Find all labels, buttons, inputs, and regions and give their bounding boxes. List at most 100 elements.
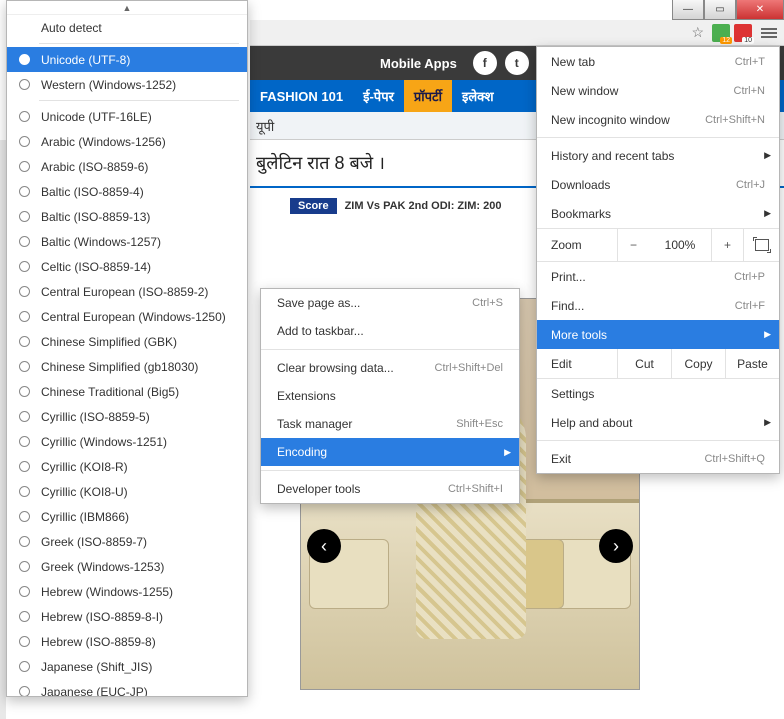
menu-exit[interactable]: ExitCtrl+Shift+Q — [537, 444, 779, 473]
zoom-out-button[interactable]: − — [617, 229, 649, 261]
nav-property[interactable]: प्रॉपर्टी — [404, 80, 452, 112]
menu-encoding[interactable]: Encoding▶ — [261, 438, 519, 466]
menu-incognito[interactable]: New incognito windowCtrl+Shift+N — [537, 105, 779, 134]
encoding-option-label: Unicode (UTF-16LE) — [41, 110, 152, 124]
encoding-option-label: Central European (ISO-8859-2) — [41, 285, 208, 299]
encoding-option[interactable]: Greek (Windows-1253) — [7, 554, 247, 579]
encoding-option[interactable]: Chinese Traditional (Big5) — [7, 379, 247, 404]
fullscreen-button[interactable] — [743, 229, 779, 261]
chevron-right-icon: ▶ — [764, 329, 771, 340]
encoding-option[interactable]: Cyrillic (KOI8-U) — [7, 479, 247, 504]
menu-save-page[interactable]: Save page as...Ctrl+S — [261, 289, 519, 317]
extension-icon-2[interactable]: 10 — [734, 24, 752, 42]
copy-button[interactable]: Copy — [671, 349, 725, 378]
paste-button[interactable]: Paste — [725, 349, 779, 378]
encoding-option-label: Greek (ISO-8859-7) — [41, 535, 147, 549]
headline-text: बुलेटिन रात 8 बजे । — [256, 151, 385, 175]
encoding-option-label: Celtic (ISO-8859-14) — [41, 260, 151, 274]
radio-icon — [19, 561, 30, 572]
nav-fashion[interactable]: FASHION 101 — [250, 80, 353, 112]
encoding-auto-detect[interactable]: Auto detect — [7, 15, 247, 40]
menu-bookmarks[interactable]: Bookmarks▶ — [537, 199, 779, 228]
menu-more-tools[interactable]: More tools▶ — [537, 320, 779, 349]
encoding-option[interactable]: Baltic (ISO-8859-4) — [7, 179, 247, 204]
window-minimize-button[interactable]: — — [672, 0, 704, 20]
mobile-apps-link[interactable]: Mobile Apps — [380, 56, 457, 71]
menu-clear-data[interactable]: Clear browsing data...Ctrl+Shift+Del — [261, 354, 519, 382]
encoding-option[interactable]: Unicode (UTF-16LE) — [7, 104, 247, 129]
nav-election[interactable]: इलेक्श — [452, 80, 504, 112]
radio-icon — [19, 661, 30, 672]
encoding-option[interactable]: Baltic (Windows-1257) — [7, 229, 247, 254]
radio-icon — [19, 386, 30, 397]
encoding-option[interactable]: Western (Windows-1252) — [7, 72, 247, 97]
encoding-option[interactable]: Central European (Windows-1250) — [7, 304, 247, 329]
encoding-option[interactable]: Celtic (ISO-8859-14) — [7, 254, 247, 279]
encoding-option[interactable]: Chinese Simplified (gb18030) — [7, 354, 247, 379]
extension-badge-1: 12 — [720, 37, 732, 44]
menu-print[interactable]: Print...Ctrl+P — [537, 262, 779, 291]
encoding-option[interactable]: Greek (ISO-8859-7) — [7, 529, 247, 554]
twitter-icon[interactable]: t — [505, 51, 529, 75]
encoding-option-label: Cyrillic (Windows-1251) — [41, 435, 167, 449]
encoding-option-label: Cyrillic (KOI8-U) — [41, 485, 128, 499]
encoding-option-label: Hebrew (Windows-1255) — [41, 585, 173, 599]
cut-button[interactable]: Cut — [617, 349, 671, 378]
encoding-option[interactable]: Cyrillic (Windows-1251) — [7, 429, 247, 454]
radio-icon — [19, 261, 30, 272]
encoding-option[interactable]: Cyrillic (KOI8-R) — [7, 454, 247, 479]
radio-icon — [19, 511, 30, 522]
encoding-option[interactable]: Hebrew (ISO-8859-8-I) — [7, 604, 247, 629]
encoding-option[interactable]: Cyrillic (IBM866) — [7, 504, 247, 529]
menu-help[interactable]: Help and about▶ — [537, 408, 779, 437]
encoding-option[interactable]: Hebrew (ISO-8859-8) — [7, 629, 247, 654]
encoding-option[interactable]: Japanese (EUC-JP) — [7, 679, 247, 697]
encoding-option-label: Japanese (EUC-JP) — [41, 685, 148, 698]
chrome-menu-button[interactable] — [758, 24, 780, 42]
edit-label: Edit — [537, 349, 617, 378]
encoding-option[interactable]: Hebrew (Windows-1255) — [7, 579, 247, 604]
encoding-option-label: Baltic (ISO-8859-13) — [41, 210, 150, 224]
encoding-option[interactable]: Baltic (ISO-8859-13) — [7, 204, 247, 229]
extension-icon-1[interactable]: 12 — [712, 24, 730, 42]
radio-icon — [19, 361, 30, 372]
menu-downloads[interactable]: DownloadsCtrl+J — [537, 170, 779, 199]
encoding-option[interactable]: Japanese (Shift_JIS) — [7, 654, 247, 679]
score-badge: Score — [290, 198, 337, 214]
encoding-option[interactable]: Cyrillic (ISO-8859-5) — [7, 404, 247, 429]
radio-icon — [19, 286, 30, 297]
more-tools-menu: Save page as...Ctrl+S Add to taskbar... … — [260, 288, 520, 504]
carousel-next-button[interactable]: › — [599, 529, 633, 563]
scroll-up-button[interactable]: ▲ — [7, 1, 247, 15]
menu-task-manager[interactable]: Task managerShift+Esc — [261, 410, 519, 438]
encoding-option[interactable]: Chinese Simplified (GBK) — [7, 329, 247, 354]
bookmark-star-icon[interactable]: ☆ — [691, 24, 704, 41]
menu-developer-tools[interactable]: Developer toolsCtrl+Shift+I — [261, 475, 519, 503]
menu-history[interactable]: History and recent tabs▶ — [537, 141, 779, 170]
menu-settings[interactable]: Settings — [537, 379, 779, 408]
encoding-option-label: Greek (Windows-1253) — [41, 560, 164, 574]
menu-extensions[interactable]: Extensions — [261, 382, 519, 410]
zoom-in-button[interactable]: + — [711, 229, 743, 261]
radio-icon — [19, 54, 30, 65]
radio-icon — [19, 411, 30, 422]
encoding-option[interactable]: Arabic (Windows-1256) — [7, 129, 247, 154]
window-close-button[interactable]: ✕ — [736, 0, 784, 20]
menu-new-tab[interactable]: New tabCtrl+T — [537, 47, 779, 76]
radio-icon — [19, 211, 30, 222]
menu-new-window[interactable]: New windowCtrl+N — [537, 76, 779, 105]
menu-add-taskbar[interactable]: Add to taskbar... — [261, 317, 519, 345]
menu-edit-row: Edit Cut Copy Paste — [537, 349, 779, 379]
encoding-option[interactable]: Unicode (UTF-8) — [7, 47, 247, 72]
radio-icon — [19, 436, 30, 447]
encoding-option[interactable]: Arabic (ISO-8859-6) — [7, 154, 247, 179]
nav-epaper[interactable]: ई-पेपर — [353, 80, 404, 112]
carousel-prev-button[interactable]: ‹ — [307, 529, 341, 563]
window-maximize-button[interactable]: ▭ — [704, 0, 736, 20]
encoding-option[interactable]: Central European (ISO-8859-2) — [7, 279, 247, 304]
chrome-main-menu: New tabCtrl+T New windowCtrl+N New incog… — [536, 46, 780, 474]
radio-icon — [19, 336, 30, 347]
facebook-icon[interactable]: f — [473, 51, 497, 75]
menu-find[interactable]: Find...Ctrl+F — [537, 291, 779, 320]
subnav-up[interactable]: यूपी — [256, 117, 274, 135]
